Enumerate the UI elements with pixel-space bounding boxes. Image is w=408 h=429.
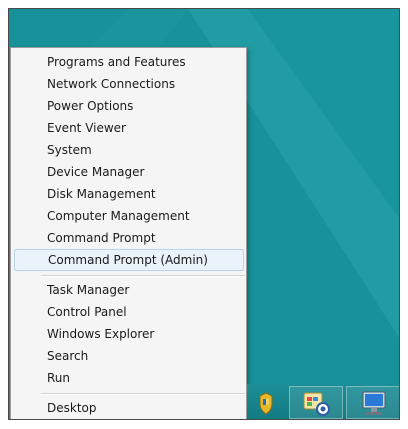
menu-item-control-panel[interactable]: Control Panel [14, 301, 244, 323]
menu-item-desktop[interactable]: Desktop [14, 397, 244, 419]
quick-link-menu: Programs and Features Network Connection… [10, 47, 247, 419]
taskbar [247, 384, 399, 419]
menu-item-command-prompt[interactable]: Command Prompt [14, 227, 244, 249]
menu-item-system[interactable]: System [14, 139, 244, 161]
menu-item-command-prompt-admin[interactable]: Command Prompt (Admin) [14, 249, 244, 271]
taskbar-button-control-panel[interactable] [289, 386, 343, 419]
menu-item-disk-management[interactable]: Disk Management [14, 183, 244, 205]
menu-item-task-manager[interactable]: Task Manager [14, 279, 244, 301]
menu-item-computer-management[interactable]: Computer Management [14, 205, 244, 227]
menu-item-device-manager[interactable]: Device Manager [14, 161, 244, 183]
menu-item-network-connections[interactable]: Network Connections [14, 73, 244, 95]
shield-icon [259, 392, 273, 415]
control-panel-icon [303, 392, 330, 416]
menu-separator [41, 275, 245, 277]
menu-item-event-viewer[interactable]: Event Viewer [14, 117, 244, 139]
computer-icon [362, 391, 386, 415]
menu-item-search[interactable]: Search [14, 345, 244, 367]
taskbar-button-computer[interactable] [346, 386, 399, 419]
menu-item-power-options[interactable]: Power Options [14, 95, 244, 117]
screen-frame: Programs and Features Network Connection… [8, 8, 400, 420]
menu-separator [41, 393, 245, 395]
menu-item-run[interactable]: Run [14, 367, 244, 389]
menu-item-programs-and-features[interactable]: Programs and Features [14, 51, 244, 73]
menu-item-windows-explorer[interactable]: Windows Explorer [14, 323, 244, 345]
